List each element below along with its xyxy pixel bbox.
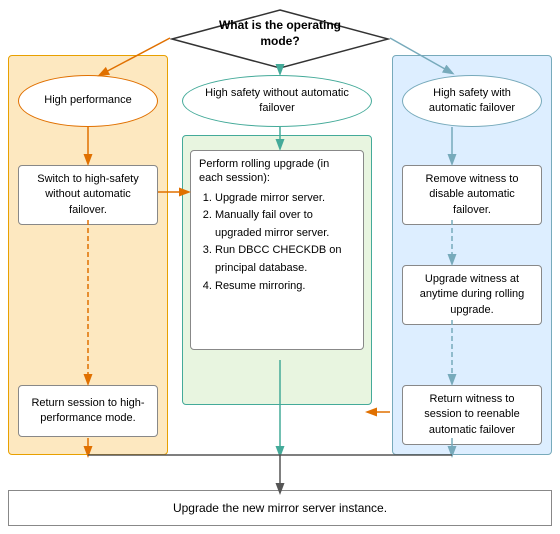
mid-list-box: Perform rolling upgrade (in each session… <box>190 150 364 350</box>
right-box3-label: Return witness to session to reenable au… <box>411 392 533 438</box>
list-item-3: Run DBCC CHECKDB on principal database. <box>215 242 355 277</box>
bottom-box: Upgrade the new mirror server instance. <box>8 490 552 526</box>
right-oval-label: High safety with automatic failover <box>411 86 533 117</box>
list-item-2: Manually fail over to upgraded mirror se… <box>215 207 355 242</box>
decision-diamond: What is the operating mode? <box>170 8 390 70</box>
diagram: What is the operating mode? High perform… <box>0 0 560 534</box>
list-item-1: Upgrade mirror server. <box>215 190 355 208</box>
left-oval: High performance <box>18 75 158 127</box>
bottom-label: Upgrade the new mirror server instance. <box>173 501 387 515</box>
mid-oval-label: High safety without automatic failover <box>191 86 363 117</box>
mid-list-title: Perform rolling upgrade (in each session… <box>199 157 355 186</box>
list-item-4: Resume mirroring. <box>215 278 355 296</box>
mid-list: Upgrade mirror server. Manually fail ove… <box>199 190 355 296</box>
right-oval: High safety with automatic failover <box>402 75 542 127</box>
left-oval-label: High performance <box>44 93 131 108</box>
right-box3: Return witness to session to reenable au… <box>402 385 542 445</box>
left-box1: Switch to high-safety without automatic … <box>18 165 158 225</box>
left-box2-label: Return session to high-performance mode. <box>27 396 149 427</box>
diamond-label: What is the operating mode? <box>219 18 341 48</box>
left-box2: Return session to high-performance mode. <box>18 385 158 437</box>
left-box1-label: Switch to high-safety without automatic … <box>27 172 149 218</box>
mid-oval: High safety without automatic failover <box>182 75 372 127</box>
right-box2: Upgrade witness at anytime during rollin… <box>402 265 542 325</box>
right-box2-label: Upgrade witness at anytime during rollin… <box>411 272 533 318</box>
right-box1-label: Remove witness to disable automatic fail… <box>411 172 533 218</box>
right-box1: Remove witness to disable automatic fail… <box>402 165 542 225</box>
